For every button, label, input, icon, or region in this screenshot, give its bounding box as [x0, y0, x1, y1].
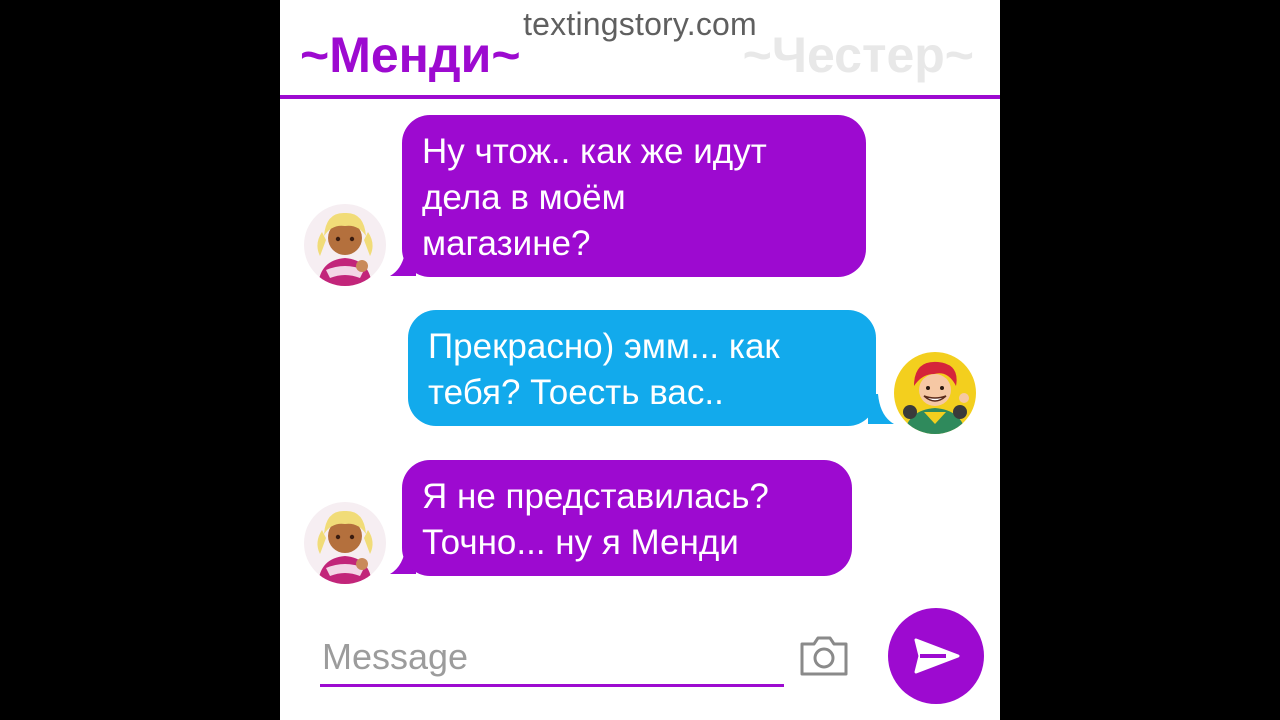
message-line: Ну чтож.. как же идут: [422, 132, 767, 171]
message-line: Прекрасно) эмм... как: [428, 327, 780, 366]
message-input-wrapper: [320, 630, 784, 688]
inactive-contact-name[interactable]: ~Честер~: [743, 26, 974, 84]
camera-icon[interactable]: [798, 634, 850, 678]
input-underline: [320, 684, 784, 687]
outgoing-message-bubble[interactable]: Прекрасно) эмм... как тебя? Тоесть вас..: [408, 310, 876, 426]
message-line: дела в моём: [422, 178, 626, 217]
chester-avatar[interactable]: [894, 352, 976, 434]
incoming-message-bubble[interactable]: Я не представилась? Точно... ну я Менди: [402, 460, 852, 576]
incoming-message-bubble[interactable]: Ну чтож.. как же идут дела в моём магази…: [402, 115, 866, 277]
header-divider: [280, 95, 1000, 99]
message-line: Я не представилась?: [422, 477, 769, 516]
active-contact-name[interactable]: ~Менди~: [300, 26, 521, 84]
mandy-avatar[interactable]: [304, 502, 386, 584]
send-icon: [914, 638, 960, 674]
chat-screen: textingstory.com ~Менди~ ~Честер~ Ну что…: [280, 0, 1000, 720]
mandy-avatar[interactable]: [304, 204, 386, 286]
message-line: тебя? Тоесть вас..: [428, 373, 724, 412]
send-button[interactable]: [888, 608, 984, 704]
message-line: магазине?: [422, 224, 591, 263]
message-line: Точно... ну я Менди: [422, 523, 739, 562]
message-input[interactable]: [320, 630, 784, 684]
